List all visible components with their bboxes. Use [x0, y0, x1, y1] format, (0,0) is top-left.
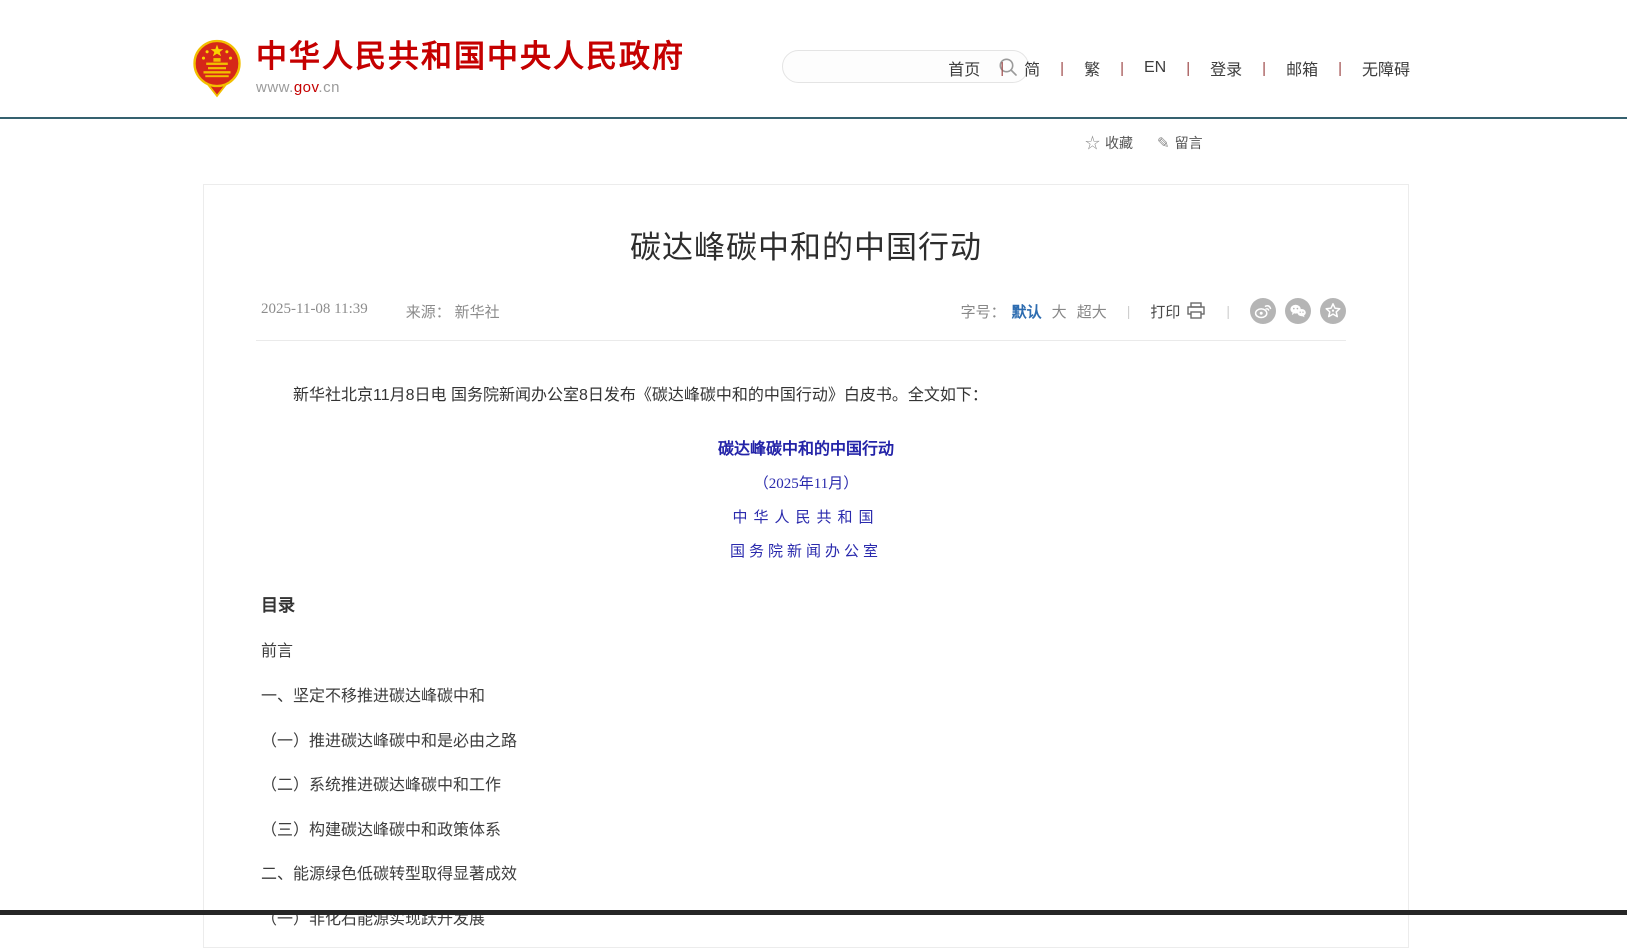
print-label: 打印: [1150, 301, 1180, 322]
gov-cn-whitepaper-page: { "header": { "site_title": "中华人民共和国中央人民…: [0, 0, 1627, 915]
favorite-button[interactable]: ☆ 收藏: [1085, 132, 1133, 153]
top-nav-item[interactable]: 繁: [1050, 56, 1110, 80]
top-nav-item-label[interactable]: EN: [1144, 59, 1166, 77]
document-issuer-line-2: 国务院新闻办公室: [261, 540, 1351, 561]
weibo-share-icon[interactable]: [1250, 298, 1276, 324]
toc-item: （一）推进碳达峰碳中和是必由之路: [261, 733, 1351, 751]
top-nav-item[interactable]: 首页: [948, 56, 990, 80]
site-header: 中华人民共和国中央人民政府 www.gov.cn 首页 简 繁 EN 登录 邮箱 无障碍: [0, 0, 1627, 117]
wechat-share-icon[interactable]: [1285, 298, 1311, 324]
site-url-prefix: www.: [256, 79, 294, 96]
article-meta-row: 2025-11-08 11:39 来源： 新华社 字号： 默认大超大 | 打印 …: [261, 297, 1346, 325]
toc-item: 一、坚定不移推进碳达峰碳中和: [261, 688, 1351, 706]
toc-item: （三）构建碳达峰碳中和政策体系: [261, 822, 1351, 840]
font-size-option[interactable]: 超大: [1077, 301, 1107, 322]
star-outline-icon: ☆: [1085, 132, 1100, 153]
printer-icon: [1186, 302, 1206, 320]
top-nav-item[interactable]: 无障碍: [1328, 56, 1420, 80]
site-title: 中华人民共和国中央人民政府: [256, 40, 685, 74]
viewport-bottom-edge: [0, 910, 1627, 915]
toc-heading: 目录: [261, 591, 1351, 616]
brand-text: 中华人民共和国中央人民政府 www.gov.cn: [256, 40, 685, 95]
message-button[interactable]: ✎ 留言: [1157, 132, 1203, 153]
quick-action-bar: ☆ 收藏 ✎ 留言: [1085, 132, 1203, 153]
toc-item: （二）系统推进碳达峰碳中和工作: [261, 777, 1351, 795]
toc-item: 前言: [261, 643, 1351, 661]
top-nav-item-label[interactable]: 首页: [948, 56, 980, 80]
print-button[interactable]: 打印: [1150, 301, 1206, 322]
font-size-option[interactable]: 大: [1052, 301, 1067, 322]
article-body: 新华社北京11月8日电 国务院新闻办公室8日发布《碳达峰碳中和的中国行动》白皮书…: [261, 385, 1351, 929]
site-url-domain: gov: [294, 79, 319, 96]
top-nav-item-label[interactable]: 邮箱: [1286, 56, 1318, 80]
top-nav-item[interactable]: 登录: [1176, 56, 1252, 80]
pencil-icon: ✎: [1157, 134, 1170, 152]
top-navigation: 首页 简 繁 EN 登录 邮箱 无障碍: [948, 56, 1420, 80]
font-size-options: 默认大超大: [1012, 301, 1107, 322]
source-label: 来源：: [406, 305, 451, 321]
site-url: www.gov.cn: [256, 79, 685, 96]
top-nav-item-label[interactable]: 登录: [1210, 56, 1242, 80]
meta-divider-line: [256, 340, 1346, 341]
top-nav-item-label[interactable]: 无障碍: [1362, 56, 1410, 80]
toolbar-separator: |: [1226, 303, 1230, 319]
font-size-label: 字号：: [961, 301, 1006, 322]
page-title: 碳达峰碳中和的中国行动: [204, 222, 1408, 267]
top-nav-item[interactable]: 邮箱: [1252, 56, 1328, 80]
document-issuer-line-1: 中华人民共和国: [261, 506, 1351, 527]
national-emblem-icon: [190, 38, 244, 98]
article-toolbar: 字号： 默认大超大 | 打印 |: [961, 298, 1346, 324]
document-title: 碳达峰碳中和的中国行动: [261, 435, 1351, 459]
top-nav-item-label[interactable]: 繁: [1084, 56, 1100, 80]
font-size-option[interactable]: 默认: [1012, 301, 1042, 322]
top-nav-item-label[interactable]: 简: [1024, 56, 1040, 80]
publish-date: 2025-11-08 11:39: [261, 301, 368, 322]
star-share-icon[interactable]: [1320, 298, 1346, 324]
article-card: 碳达峰碳中和的中国行动 2025-11-08 11:39 来源： 新华社 字号：…: [203, 184, 1409, 948]
share-buttons: [1250, 298, 1346, 324]
toc-list: 前言一、坚定不移推进碳达峰碳中和 （一）推进碳达峰碳中和是必由之路 （二）系统推进碳…: [261, 643, 1351, 928]
favorite-label: 收藏: [1105, 133, 1133, 153]
toc-item: 二、能源绿色低碳转型取得显著成效: [261, 866, 1351, 884]
site-brand[interactable]: 中华人民共和国中央人民政府 www.gov.cn: [190, 38, 685, 98]
article-meta-left: 2025-11-08 11:39 来源： 新华社: [261, 301, 500, 322]
header-divider-line: [0, 117, 1627, 119]
lead-paragraph: 新华社北京11月8日电 国务院新闻办公室8日发布《碳达峰碳中和的中国行动》白皮书…: [261, 385, 1351, 407]
message-label: 留言: [1175, 133, 1203, 153]
top-nav-item[interactable]: EN: [1110, 59, 1176, 77]
top-nav-item[interactable]: 简: [990, 56, 1050, 80]
article-source: 来源： 新华社: [406, 301, 500, 322]
document-date-line: （2025年11月）: [261, 472, 1351, 493]
source-value: 新华社: [455, 305, 500, 321]
site-url-suffix: .cn: [318, 79, 340, 96]
toolbar-separator: |: [1127, 303, 1131, 319]
